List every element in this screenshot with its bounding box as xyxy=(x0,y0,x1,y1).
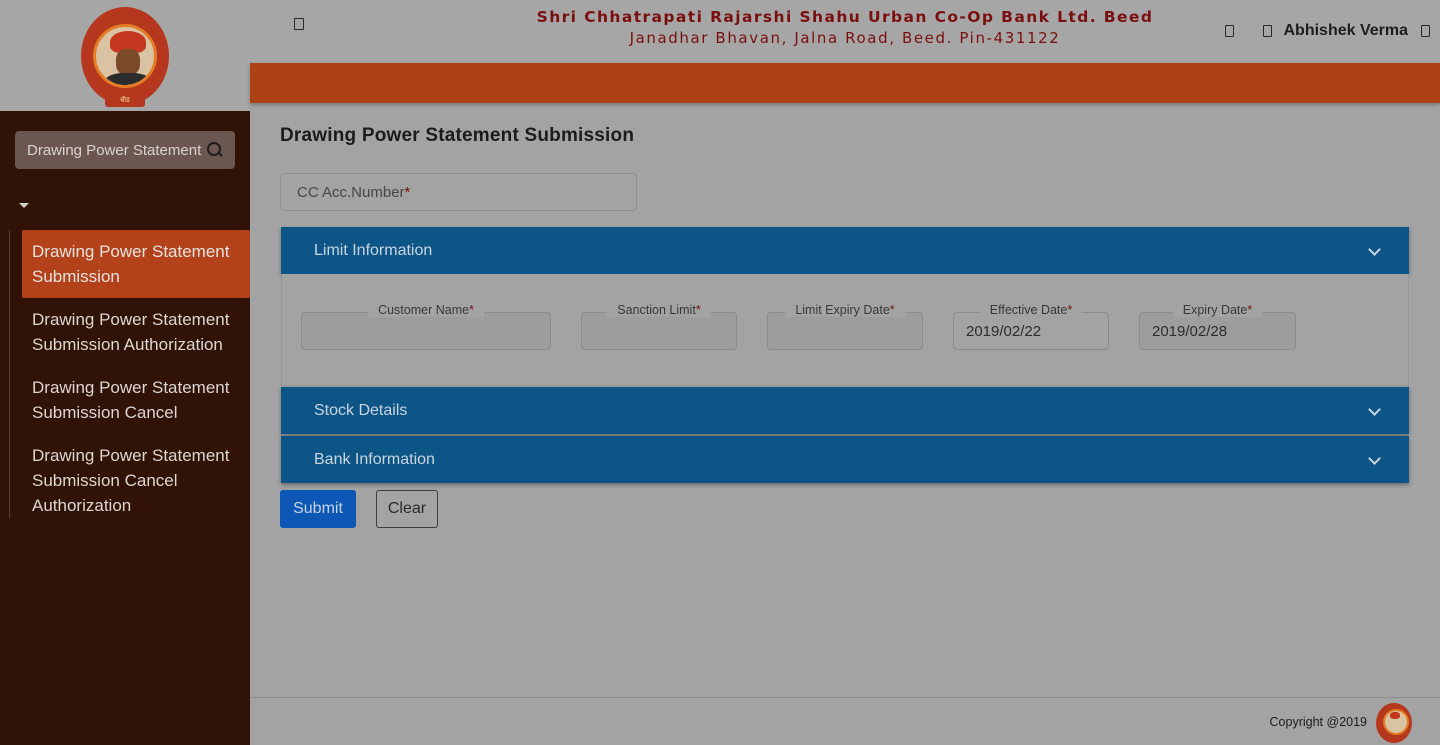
user-icon[interactable] xyxy=(1263,25,1272,37)
submit-button[interactable]: Submit xyxy=(280,490,356,528)
sidebar-item-dp-statement-submission-authorization[interactable]: Drawing Power Statement Submission Autho… xyxy=(22,298,250,366)
chevron-down-icon[interactable] xyxy=(1368,452,1381,465)
page-title: Drawing Power Statement Submission xyxy=(280,125,635,146)
bank-title: Shri Chhatrapati Rajarshi Shahu Urban Co… xyxy=(250,8,1440,47)
required-mark: * xyxy=(404,183,411,201)
footer: Copyright @2019 xyxy=(250,697,1440,745)
panel-stock-details[interactable]: Stock Details xyxy=(281,387,1409,434)
logo-area: बीड xyxy=(0,0,250,111)
panel-limit-information-title: Limit Information xyxy=(314,241,433,259)
cc-account-number-placeholder: CC Acc.Number xyxy=(297,183,405,201)
logo-ribbon: बीड xyxy=(105,94,145,107)
sanction-limit-field[interactable]: Sanction Limit* xyxy=(581,303,737,350)
sidebar-menu: Drawing Power Statement Submission Drawi… xyxy=(9,230,250,518)
copyright-text: Copyright @2019 xyxy=(1269,715,1367,729)
effective-date-value: 2019/02/22 xyxy=(966,322,1042,340)
customer-name-label: Customer Name xyxy=(378,303,470,317)
expiry-date-label: Expiry Date xyxy=(1182,303,1248,317)
panel-bank-information[interactable]: Bank Information xyxy=(281,436,1409,483)
expiry-date-value: 2019/02/28 xyxy=(1152,322,1228,340)
panel-bank-information-title: Bank Information xyxy=(314,450,435,468)
bank-address: Janadhar Bhavan, Jalna Road, Beed. Pin-4… xyxy=(629,29,1061,47)
customer-name-field[interactable]: Customer Name* xyxy=(301,303,551,350)
menu-search-input[interactable]: Drawing Power Statement xyxy=(15,131,235,169)
clear-button[interactable]: Clear xyxy=(376,490,438,528)
limit-expiry-date-label: Limit Expiry Date xyxy=(795,303,890,317)
sidebar-item-dp-statement-submission[interactable]: Drawing Power Statement Submission xyxy=(22,230,250,298)
menu-collapse-caret-icon[interactable] xyxy=(19,203,29,208)
user-name[interactable]: Abhishek Verma xyxy=(1284,22,1409,40)
menu-search-value: Drawing Power Statement xyxy=(27,141,202,159)
search-icon[interactable] xyxy=(207,142,223,158)
chevron-down-icon[interactable] xyxy=(1368,403,1381,416)
expiry-date-field[interactable]: Expiry Date* 2019/02/28 xyxy=(1139,303,1296,350)
logo-portrait xyxy=(93,23,157,88)
sidebar: बीड Drawing Power Statement Drawing Powe… xyxy=(0,0,250,745)
sanction-limit-label: Sanction Limit xyxy=(617,303,696,317)
limit-expiry-date-field[interactable]: Limit Expiry Date* xyxy=(767,303,923,350)
user-dropdown-icon[interactable] xyxy=(1421,25,1430,37)
bank-name: Shri Chhatrapati Rajarshi Shahu Urban Co… xyxy=(536,8,1154,26)
cc-account-number-input[interactable]: CC Acc.Number * xyxy=(280,173,637,211)
panel-limit-information[interactable]: Limit Information xyxy=(281,227,1409,274)
panel-stock-details-title: Stock Details xyxy=(314,401,408,419)
header-accent-bar xyxy=(250,63,1440,103)
sidebar-item-dp-statement-submission-cancel-authorization[interactable]: Drawing Power Statement Submission Cance… xyxy=(22,434,250,527)
notification-icon[interactable] xyxy=(1225,25,1234,37)
effective-date-label: Effective Date xyxy=(989,303,1068,317)
sidebar-item-dp-statement-submission-cancel[interactable]: Drawing Power Statement Submission Cance… xyxy=(22,366,250,434)
effective-date-field[interactable]: Effective Date* 2019/02/22 xyxy=(953,303,1109,350)
footer-logo xyxy=(1376,703,1412,743)
top-header: Shri Chhatrapati Rajarshi Shahu Urban Co… xyxy=(250,0,1440,63)
chevron-down-icon[interactable] xyxy=(1368,243,1381,256)
bank-logo[interactable]: बीड xyxy=(81,6,169,107)
